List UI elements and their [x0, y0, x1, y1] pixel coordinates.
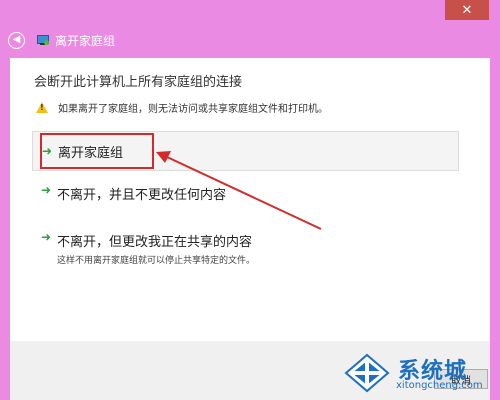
watermark-logo-icon — [344, 353, 390, 393]
watermark: 系统城 xitongcheng.com — [340, 349, 500, 400]
watermark-domain: xitongcheng.com — [396, 380, 483, 391]
annotation-arrow-line — [166, 156, 322, 230]
annotation-arrow — [156, 151, 322, 230]
dialog-window: ✕ ◀ 离开家庭组 会断开此计算机上所有家庭组的连接 ! 如果离开了家庭组，则无… — [0, 0, 500, 400]
